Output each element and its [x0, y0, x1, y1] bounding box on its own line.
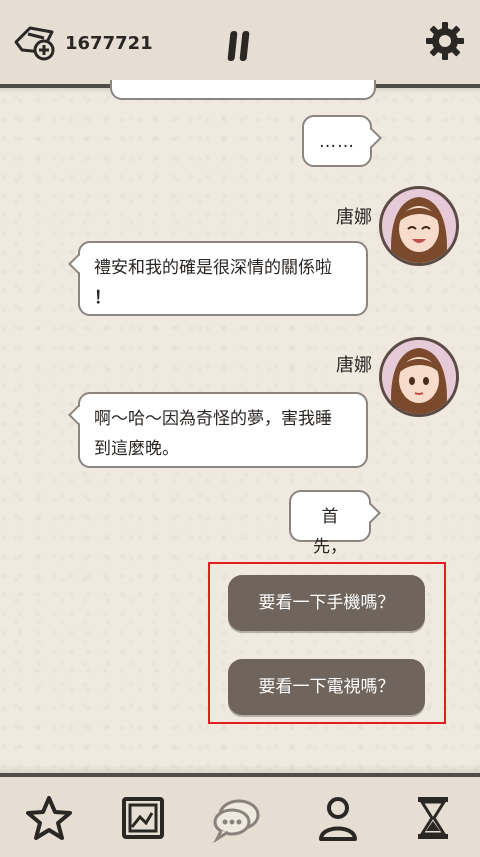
- message-text: ……: [319, 132, 355, 152]
- message-text-line: 到這麼晚。: [94, 439, 179, 459]
- coin-count: 1677721: [65, 33, 153, 54]
- avatar: [379, 186, 459, 266]
- gear-icon[interactable]: [425, 21, 465, 61]
- character-portrait-smiling: [391, 197, 447, 263]
- chat-icon[interactable]: [211, 793, 261, 843]
- chat-bubble-player: 首先，: [289, 490, 371, 557]
- choice-button[interactable]: 要看一下電視嗎？: [228, 659, 425, 715]
- partial-message-bubble: [110, 80, 376, 100]
- message-text-line: 禮安和我的確是很深情的關係啦: [94, 258, 332, 278]
- avatar: [379, 337, 459, 417]
- chat-bubble-npc: 啊～哈～因為奇怪的夢，害我睡 到這麼晚。: [78, 392, 368, 468]
- gallery-icon[interactable]: [118, 793, 168, 843]
- message-text-line: 啊～哈～因為奇怪的夢，害我睡: [94, 409, 332, 429]
- message-text: 首先，: [313, 507, 347, 557]
- pause-bar-left: [227, 31, 238, 61]
- hourglass-icon[interactable]: [408, 793, 458, 843]
- pause-button[interactable]: [227, 31, 251, 61]
- choice-button[interactable]: 要看一下手機嗎？: [228, 575, 425, 631]
- message-text-line: ！: [94, 288, 111, 308]
- ticket-add-icon[interactable]: [12, 22, 60, 62]
- character-portrait-neutral: [391, 348, 447, 414]
- top-bar: 1677721: [0, 0, 480, 94]
- bottom-nav-bar: [0, 765, 480, 857]
- profile-icon[interactable]: [313, 793, 363, 843]
- chat-bubble-player: ……: [302, 115, 372, 167]
- speaker-name: 唐娜: [336, 355, 372, 376]
- pause-bar-right: [239, 31, 250, 61]
- speaker-name: 唐娜: [336, 207, 372, 228]
- star-icon[interactable]: [24, 793, 74, 843]
- chat-bubble-npc: 禮安和我的確是很深情的關係啦 ！: [78, 241, 368, 316]
